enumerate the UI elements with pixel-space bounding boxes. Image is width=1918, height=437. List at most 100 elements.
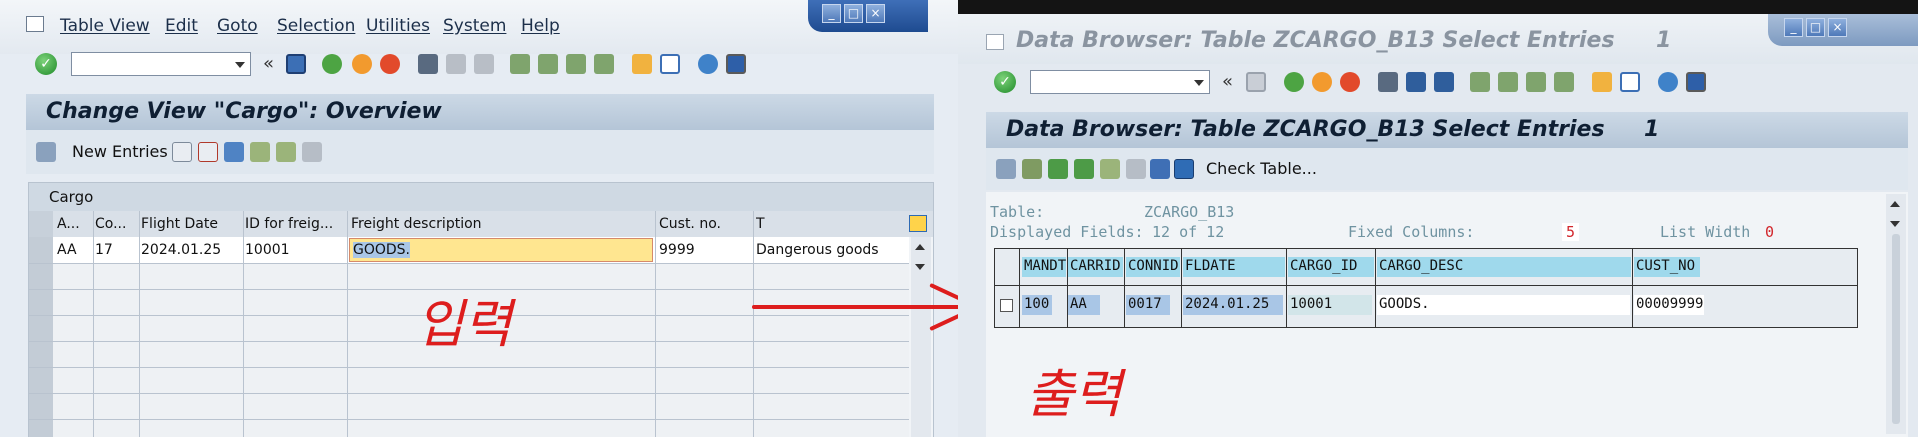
column-header[interactable]: ID for freig... — [245, 216, 345, 232]
menu-edit[interactable]: Edit — [165, 16, 198, 36]
print-icon[interactable] — [418, 54, 438, 74]
cell-carrid[interactable]: AA — [1068, 295, 1100, 315]
find-next-icon[interactable] — [474, 54, 494, 74]
select-all-icon[interactable] — [1100, 159, 1120, 179]
scroll-down-icon[interactable] — [915, 264, 925, 270]
cell-freight-id[interactable]: 10001 — [245, 242, 290, 258]
new-entries-button[interactable]: New Entries — [72, 142, 168, 161]
scroll-up-icon[interactable] — [1890, 201, 1900, 207]
cell-fldate[interactable]: 2024.01.25 — [1183, 295, 1283, 315]
close-icon[interactable]: × — [866, 4, 885, 23]
shortcut-icon[interactable] — [1620, 72, 1640, 92]
column-header[interactable]: A... — [57, 216, 93, 232]
save-icon[interactable] — [1246, 72, 1266, 92]
select-all-icon[interactable] — [250, 142, 270, 162]
cell-cargo-desc[interactable]: GOODS. — [1377, 295, 1630, 315]
select-block-icon[interactable] — [276, 142, 296, 162]
column-header[interactable]: Flight Date — [141, 216, 241, 232]
column-header[interactable]: CONNID — [1126, 257, 1180, 277]
display-icon[interactable] — [996, 159, 1016, 179]
column-header[interactable]: CARRID — [1068, 257, 1123, 277]
menu-utilities[interactable]: Utilities — [366, 16, 430, 36]
delete-icon[interactable] — [198, 142, 218, 162]
menu-system-icon[interactable] — [986, 34, 1004, 50]
column-header[interactable]: CARGO_ID — [1288, 257, 1374, 277]
enter-check-icon[interactable]: ✓ — [994, 71, 1016, 93]
scroll-up-icon[interactable] — [915, 244, 925, 250]
minimize-icon[interactable]: _ — [1784, 18, 1803, 37]
find-icon[interactable] — [1406, 72, 1426, 92]
column-header[interactable]: CARGO_DESC — [1377, 257, 1631, 277]
freight-description-input[interactable]: GOODS. — [349, 238, 653, 262]
menu-table-view[interactable]: Table View — [60, 16, 150, 36]
minimize-icon[interactable]: _ — [822, 4, 841, 23]
layout-menu-icon[interactable] — [1686, 72, 1706, 92]
column-header[interactable]: Co... — [95, 216, 137, 232]
sort-ascending-icon[interactable] — [1048, 159, 1068, 179]
row-selector[interactable] — [29, 237, 53, 263]
next-page-icon[interactable] — [1526, 72, 1546, 92]
column-header[interactable]: Freight description — [351, 216, 651, 232]
cell-flight-date[interactable]: 2024.01.25 — [141, 242, 221, 258]
vertical-scrollbar[interactable] — [1886, 194, 1906, 434]
find-next-icon[interactable] — [1434, 72, 1454, 92]
menu-system-icon[interactable] — [26, 16, 44, 32]
cell-cust-no[interactable]: 00009999 — [1634, 295, 1704, 315]
cancel-icon[interactable] — [380, 54, 400, 74]
shortcut-icon[interactable] — [660, 54, 680, 74]
menu-goto[interactable]: Goto — [217, 16, 258, 36]
vertical-scrollbar[interactable] — [911, 237, 931, 437]
row-checkbox[interactable] — [1000, 299, 1013, 312]
info-icon[interactable] — [1174, 159, 1194, 179]
column-header[interactable]: Cust. no. — [659, 216, 749, 232]
menu-system[interactable]: System — [443, 16, 506, 36]
back-icon[interactable] — [322, 54, 342, 74]
check-table-button[interactable]: Check Table... — [1206, 159, 1317, 178]
refresh-icon[interactable] — [1150, 159, 1170, 179]
first-page-icon[interactable] — [1470, 72, 1490, 92]
find-icon[interactable] — [446, 54, 466, 74]
column-header[interactable]: MANDT — [1022, 257, 1066, 277]
help-icon[interactable] — [698, 54, 718, 74]
column-header[interactable]: T — [756, 216, 776, 232]
cell-customer-no[interactable]: 9999 — [659, 242, 695, 258]
last-page-icon[interactable] — [1554, 72, 1574, 92]
check-entry-icon[interactable] — [1022, 159, 1042, 179]
save-icon[interactable] — [286, 54, 306, 74]
scroll-down-icon[interactable] — [1890, 221, 1900, 227]
cell-type[interactable]: Dangerous goods — [756, 242, 879, 258]
cell-cargo-id[interactable]: 10001 — [1288, 295, 1372, 315]
previous-page-icon[interactable] — [1498, 72, 1518, 92]
collapse-icon[interactable]: « — [263, 53, 274, 74]
cancel-icon[interactable] — [1340, 72, 1360, 92]
exit-icon[interactable] — [1312, 72, 1332, 92]
cell-mandt[interactable]: 100 — [1022, 295, 1052, 315]
cell-connection[interactable]: 17 — [95, 242, 113, 258]
enter-check-icon[interactable]: ✓ — [35, 53, 57, 75]
help-icon[interactable] — [1658, 72, 1678, 92]
column-header[interactable]: CUST_NO — [1634, 257, 1700, 277]
maximize-icon[interactable]: □ — [1806, 18, 1825, 37]
exit-icon[interactable] — [352, 54, 372, 74]
deselect-all-icon[interactable] — [1126, 159, 1146, 179]
previous-page-icon[interactable] — [538, 54, 558, 74]
undo-change-icon[interactable] — [224, 142, 244, 162]
menu-help[interactable]: Help — [521, 16, 560, 36]
table-settings-icon[interactable] — [909, 215, 927, 232]
last-page-icon[interactable] — [594, 54, 614, 74]
close-icon[interactable]: × — [1828, 18, 1847, 37]
layout-menu-icon[interactable] — [726, 54, 746, 74]
create-session-icon[interactable] — [632, 54, 652, 74]
cell-airline[interactable]: AA — [57, 242, 77, 258]
deselect-all-icon[interactable] — [302, 142, 322, 162]
command-field[interactable] — [71, 52, 251, 76]
cell-connid[interactable]: 0017 — [1126, 295, 1170, 315]
column-header[interactable]: FLDATE — [1183, 257, 1285, 277]
print-icon[interactable] — [1378, 72, 1398, 92]
back-icon[interactable] — [1284, 72, 1304, 92]
edit-display-icon[interactable] — [36, 142, 56, 162]
create-session-icon[interactable] — [1592, 72, 1612, 92]
select-all-column[interactable] — [29, 211, 53, 237]
collapse-icon[interactable]: « — [1222, 71, 1233, 92]
next-page-icon[interactable] — [566, 54, 586, 74]
